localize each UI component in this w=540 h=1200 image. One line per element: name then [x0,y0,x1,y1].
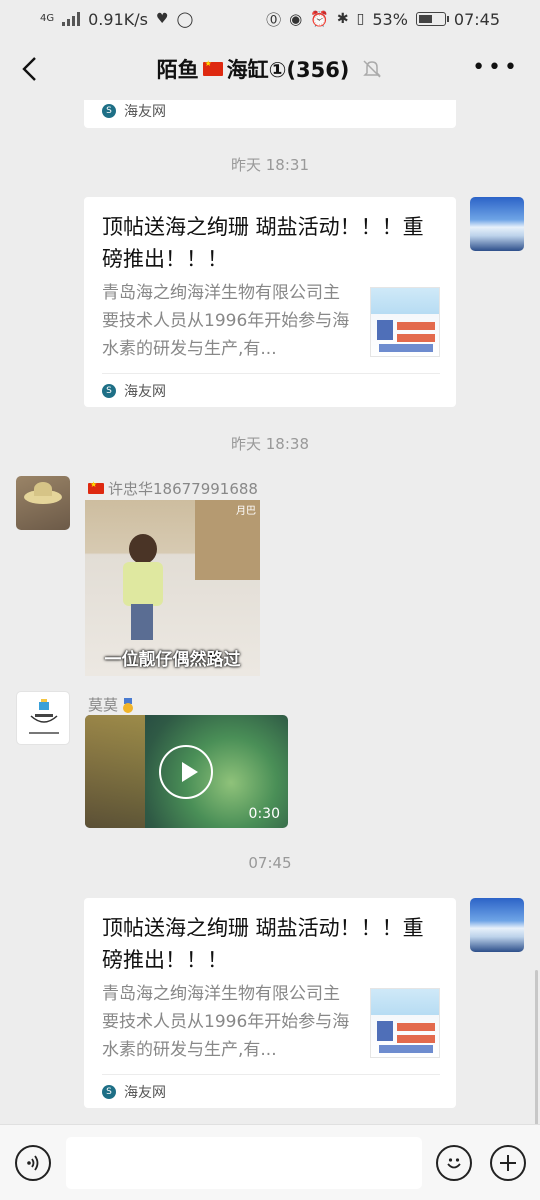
card-source: S 海友网 [102,1074,440,1108]
nfc-icon: ⓪ [266,10,282,29]
avatar[interactable] [16,691,70,745]
timestamp: 昨天 18:38 [231,435,309,453]
more-button[interactable]: ••• [472,57,520,79]
message-input[interactable] [66,1137,422,1189]
network-speed: 0.91K/s [88,9,148,29]
card-source-name: 海友网 [124,383,166,400]
link-card-partial[interactable]: S 海友网 [84,100,456,128]
card-source: S 海友网 [102,373,440,407]
play-icon[interactable] [159,745,213,799]
chat-title-name: 陌鱼 [156,58,199,82]
gif-figure [121,534,165,644]
emoji-icon [447,1158,461,1169]
timestamp: 07:45 [248,854,292,872]
avatar[interactable] [470,898,524,952]
chat-header: 陌鱼 海缸①(356) ••• [0,38,540,100]
heart-icon: ♥ [155,11,169,27]
more-icon: ••• [472,55,520,80]
voice-icon [27,1155,39,1171]
signal-bars-icon [62,12,81,26]
avatar[interactable] [16,476,70,530]
timestamp: 昨天 18:31 [231,156,309,174]
battery-icon [415,12,449,26]
eye-icon: ◉ [289,10,303,28]
sender-name: 许忠华18677991688 [88,478,258,499]
card-source-name: 海友网 [124,104,166,120]
status-bar: 4G 0.91K/s ♥ ◯ ⓪ ◉ ⏰ ✱ ▯ 53% 07:45 [0,0,540,38]
video-message[interactable]: 0:30 [85,715,288,828]
battery-percent: 53% [372,9,408,29]
sender-name: 莫莫 [88,694,134,715]
vibrate-icon: ▯ [356,11,365,27]
card-thumbnail [370,287,440,357]
more-functions-button[interactable] [490,1145,526,1181]
card-title: 顶帖送海之绚珊 瑚盐活动！！！重磅推出！！！ [102,916,424,972]
plus-icon [500,1155,516,1171]
alarm-icon: ⏰ [310,10,329,28]
link-card[interactable]: 顶帖送海之绚珊 瑚盐活动！！！重磅推出！！！ 青岛海之绚海洋生物有限公司主要技术… [84,197,456,407]
loading-icon: ◯ [176,10,194,28]
source-logo-icon: S [102,1084,116,1099]
back-button[interactable] [14,52,44,86]
card-thumbnail [370,988,440,1058]
scrollbar[interactable] [535,970,538,1124]
input-bar [0,1124,540,1200]
message-list[interactable]: S 海友网 昨天 18:31 顶帖送海之绚珊 瑚盐活动！！！重磅推出！！！ 青岛… [0,100,540,1124]
china-flag-icon [202,59,223,76]
logo-icon [29,699,59,734]
card-title: 顶帖送海之绚珊 瑚盐活动！！！重磅推出！！！ [102,215,424,271]
signal-indicator: 4G [40,14,54,24]
china-flag-icon [88,480,104,494]
mute-bell-icon [363,60,382,78]
source-logo-icon: S [102,383,116,398]
card-description: 青岛海之绚海洋生物有限公司主要技术人员从1996年开始参与海水素的研发与生产,有… [102,984,350,1060]
card-description: 青岛海之绚海洋生物有限公司主要技术人员从1996年开始参与海水素的研发与生产,有… [102,283,350,359]
clock: 07:45 [453,9,500,29]
back-chevron-icon [22,57,36,81]
emoji-button[interactable] [436,1145,472,1181]
chat-title: 陌鱼 海缸①(356) [157,54,384,84]
chat-title-group: 海缸①(356) [226,58,350,82]
voice-button[interactable] [15,1145,51,1181]
avatar[interactable] [470,197,524,251]
network-label: 4G [40,13,55,24]
source-logo-icon: S [102,104,116,118]
link-card[interactable]: 顶帖送海之绚珊 瑚盐活动！！！重磅推出！！！ 青岛海之绚海洋生物有限公司主要技术… [84,898,456,1108]
video-duration: 0:30 [248,806,280,822]
card-source-name: 海友网 [124,1084,166,1101]
gif-message[interactable]: 月巴 一位靓仔偶然路过 [85,500,260,676]
bluetooth-icon: ✱ [336,11,349,27]
gif-caption: 一位靓仔偶然路过 [104,650,241,670]
sender-name-text: 许忠华18677991688 [108,480,258,498]
card-source: S 海友网 [102,100,440,128]
gif-watermark: 月巴 [236,506,256,517]
sender-name-text: 莫莫 [88,696,119,714]
medal-icon [122,697,134,713]
